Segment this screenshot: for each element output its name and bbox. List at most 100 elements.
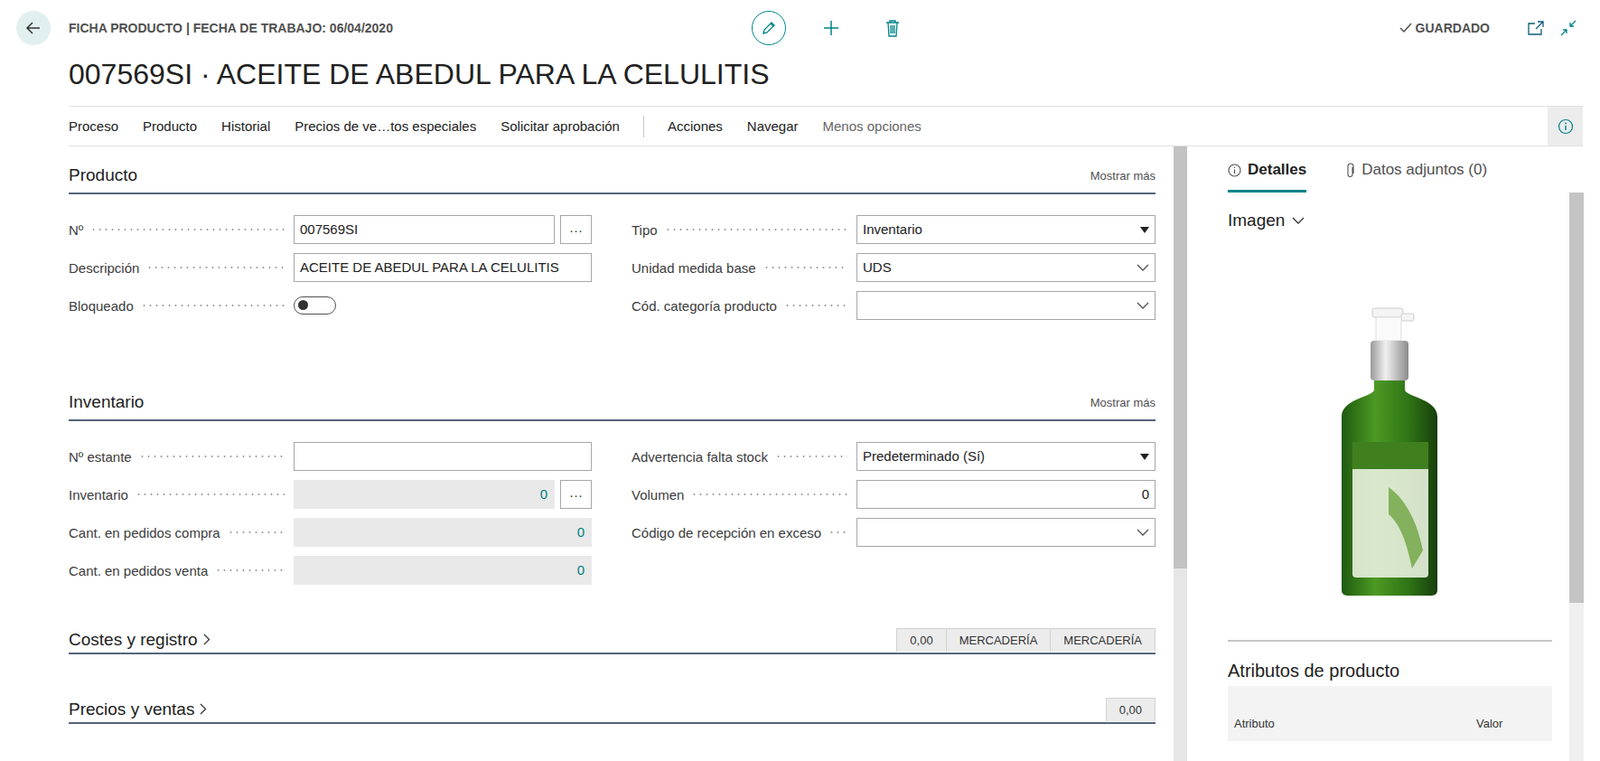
- check-icon: [1399, 21, 1413, 35]
- number-input[interactable]: 0: [856, 479, 1156, 509]
- field-row: Código de recepción en exceso: [631, 517, 1156, 547]
- flowfield-value[interactable]: 0: [293, 555, 592, 585]
- fasttab: ProductoMostrar más Nº 007569SI··· Descripc…: [68, 146, 1156, 320]
- text-input[interactable]: 007569SI: [293, 215, 555, 244]
- field-label: Bloqueado: [68, 298, 134, 314]
- image-header[interactable]: Imagen: [1227, 192, 1553, 233]
- chevron-right-icon: [199, 702, 207, 715]
- column-header: Atributo: [1234, 716, 1477, 730]
- fasttab-header[interactable]: Precios y ventas0,00: [68, 697, 1156, 724]
- action-menu-item[interactable]: Navegar: [747, 118, 799, 134]
- field-label: Código de recepción en exceso: [631, 524, 822, 541]
- field-row: Inventario 0···: [68, 479, 592, 509]
- field-label: Unidad medida base: [631, 260, 757, 276]
- fasttab: Precios y ventas0,00: [68, 654, 1156, 724]
- fasttab-header[interactable]: Costes y registro0,00MERCADERÍAMERCADERÍ…: [68, 627, 1156, 655]
- chevron-down-icon: [1136, 528, 1150, 536]
- select-input[interactable]: Predeterminado (Sí): [856, 441, 1156, 471]
- item-card-page: FICHA PRODUCTO | FECHA DE TRABAJO: 06/04…: [0, 0, 1600, 761]
- fasttab: Costes y registro0,00MERCADERÍAMERCADERÍ…: [68, 584, 1156, 655]
- field-row: Cant. en pedidos venta 0: [68, 555, 592, 585]
- breadcrumb: FICHA PRODUCTO | FECHA DE TRABAJO: 06/04…: [68, 20, 752, 36]
- saved-status: GUARDADO: [1399, 20, 1490, 36]
- back-button[interactable]: [16, 10, 51, 46]
- chevron-right-icon: [203, 633, 211, 646]
- assist-button[interactable]: ···: [560, 479, 592, 509]
- field-row: Nº estante: [68, 441, 592, 471]
- field-label: Inventario: [68, 486, 129, 503]
- field-label: Descripción: [68, 260, 140, 276]
- field-row: Cant. en pedidos compra 0: [68, 517, 592, 547]
- field-label: Volumen: [631, 486, 684, 503]
- text-input[interactable]: [293, 441, 592, 471]
- field-label: Nº estante: [68, 449, 132, 465]
- factbox-toggle-button[interactable]: [1547, 106, 1583, 146]
- action-menu-item[interactable]: Acciones: [667, 118, 723, 134]
- field-label: Tipo: [631, 222, 658, 238]
- fasttab-header[interactable]: ProductoMostrar más: [68, 146, 1156, 195]
- field-label: Cant. en pedidos venta: [68, 562, 208, 579]
- field-row: Nº 007569SI···: [68, 215, 592, 244]
- info-icon: [1227, 163, 1242, 178]
- action-menu-item[interactable]: Proceso: [68, 118, 119, 134]
- show-more-link[interactable]: Mostrar más: [1090, 168, 1156, 183]
- assist-button[interactable]: ···: [560, 215, 592, 244]
- action-menu-item[interactable]: Solicitar aprobación: [500, 118, 620, 134]
- chevron-down-icon: [1291, 216, 1305, 225]
- action-menu-item[interactable]: Historial: [221, 118, 271, 134]
- text-input[interactable]: ACEITE DE ABEDUL PARA LA CELULITIS: [293, 252, 592, 282]
- action-menu-item[interactable]: Producto: [142, 118, 197, 134]
- factbox-pane: Detalles Datos adjuntos (0)Imagen Atributo…: [1187, 146, 1600, 761]
- main-scrollbar[interactable]: [1173, 146, 1188, 761]
- column-header: Valor: [1476, 716, 1546, 730]
- summary-value: 0,00: [1105, 697, 1156, 721]
- flowfield-value[interactable]: 0: [293, 479, 555, 509]
- field-row: Tipo Inventario: [631, 215, 1156, 244]
- lookup-input[interactable]: UDS: [856, 252, 1156, 282]
- main-content: ProductoMostrar másNº007569SI···Descripc…: [0, 146, 1174, 761]
- select-input[interactable]: Inventario: [856, 215, 1156, 244]
- lookup-input[interactable]: [856, 290, 1156, 320]
- page-title: 007569SI · ACEITE DE ABEDUL PARA LA CELU…: [0, 56, 1600, 93]
- chevron-down-icon: [1136, 263, 1150, 272]
- field-label: Cant. en pedidos compra: [68, 524, 221, 541]
- factbox-tab[interactable]: Detalles: [1227, 146, 1307, 193]
- field-row: Volumen 0: [631, 479, 1156, 509]
- open-new-window-icon[interactable]: [1527, 20, 1544, 36]
- summary-value: MERCADERÍA: [946, 627, 1052, 652]
- fasttab: InventarioMostrar másNº estanteInventari…: [68, 373, 1156, 585]
- field-row: Unidad medida base UDS: [631, 252, 1156, 282]
- caret-down-icon: [1140, 453, 1150, 460]
- lookup-input[interactable]: [856, 517, 1156, 547]
- field-row: Cód. categoría producto: [631, 290, 1156, 320]
- attributes-title: Atributos de producto: [1227, 639, 1553, 683]
- trash-icon[interactable]: [885, 18, 900, 38]
- edit-button[interactable]: [751, 10, 786, 46]
- show-more-link[interactable]: Mostrar más: [1090, 395, 1156, 410]
- caret-down-icon: [1140, 226, 1150, 234]
- plus-icon[interactable]: [822, 18, 841, 38]
- action-menu-item[interactable]: Precios de ve…tos especiales: [294, 118, 477, 134]
- field-label: Cód. categoría producto: [631, 298, 777, 314]
- field-label: Nº: [68, 222, 84, 238]
- less-options-button[interactable]: Menos opciones: [823, 118, 922, 134]
- attributes-table-header: AtributoValor: [1227, 685, 1553, 741]
- action-separator: [643, 115, 645, 138]
- top-bar: FICHA PRODUCTO | FECHA DE TRABAJO: 06/04…: [0, 0, 1600, 57]
- factbox-scrollbar[interactable]: [1569, 192, 1584, 761]
- field-row: Descripción ACEITE DE ABEDUL PARA LA CELU…: [68, 252, 592, 282]
- flowfield-value[interactable]: 0: [293, 517, 592, 547]
- summary-value: MERCADERÍA: [1050, 627, 1156, 652]
- info-icon: [1557, 118, 1574, 135]
- action-bar: Proceso Producto Historial Precios de ve…to…: [68, 105, 1583, 147]
- product-image: [1227, 306, 1553, 598]
- chevron-down-icon: [1136, 301, 1150, 309]
- fasttab-header[interactable]: InventarioMostrar más: [68, 373, 1156, 422]
- pencil-icon: [760, 19, 777, 37]
- factbox-tab[interactable]: Datos adjuntos (0): [1346, 146, 1488, 193]
- summary-value: 0,00: [896, 627, 946, 652]
- toggle-switch[interactable]: [293, 296, 337, 315]
- collapse-icon[interactable]: [1560, 19, 1577, 37]
- paperclip-icon: [1346, 162, 1356, 178]
- back-arrow-icon: [25, 19, 42, 37]
